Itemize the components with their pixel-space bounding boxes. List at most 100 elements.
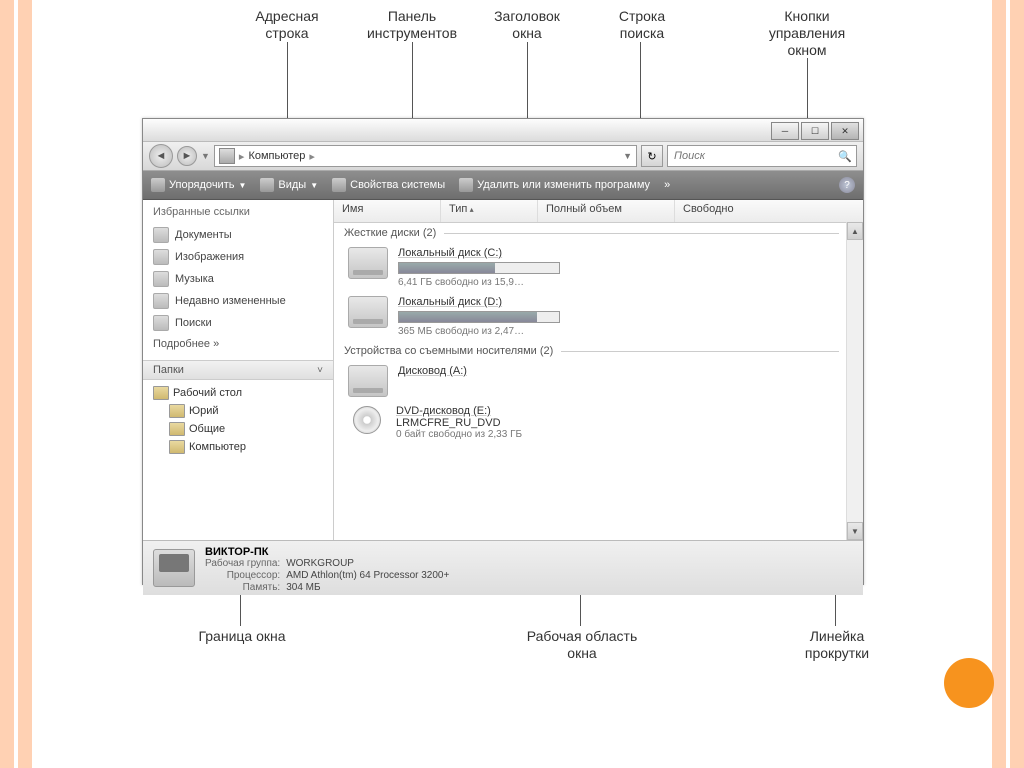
navigation-bar: ◄ ► ▼ ▸ Компьютер ▸ ▼ ↻ 🔍 (143, 142, 863, 171)
vertical-scrollbar[interactable]: ▲ ▼ (846, 222, 863, 540)
free-space-text: 6,41 ГБ свободно из 15,9… (398, 277, 598, 288)
drive-e[interactable]: DVD-дисковод (E:) LRMCFRE_RU_DVD 0 байт … (334, 401, 863, 444)
column-headers: Имя Тип Полный объем Свободно (334, 200, 863, 223)
dvd-icon (348, 405, 386, 435)
label-work-area: Рабочая область окна (517, 628, 647, 662)
label-search: Строка поиска (602, 8, 682, 42)
memory-label: Память: (205, 582, 280, 593)
search-folder-icon (153, 315, 169, 331)
computer-name: ВИКТОР-ПК (205, 546, 268, 558)
memory-value: 304 МБ (286, 582, 449, 593)
leader-line (527, 42, 528, 120)
drive-a[interactable]: Дисковод (A:) (334, 361, 863, 401)
close-button[interactable]: ✕ (831, 122, 859, 140)
decoration-dot (944, 658, 994, 708)
search-icon[interactable]: 🔍 (838, 150, 852, 163)
sidebar-link-documents[interactable]: Документы (153, 224, 323, 246)
window-body: Избранные ссылки Документы Изображения М… (143, 200, 863, 540)
workgroup-value: WORKGROUP (286, 558, 449, 569)
toolbar-views[interactable]: Виды▼ (260, 178, 318, 192)
toolbar-overflow[interactable]: » (664, 179, 670, 191)
back-button[interactable]: ◄ (149, 144, 173, 168)
music-icon (153, 271, 169, 287)
maximize-button[interactable]: ☐ (801, 122, 829, 140)
cpu-label: Процессор: (205, 570, 280, 581)
col-total[interactable]: Полный объем (538, 200, 675, 222)
usage-bar (398, 311, 560, 323)
favorites-title: Избранные ссылки (153, 206, 323, 218)
label-border: Граница окна (197, 628, 287, 645)
scroll-up-button[interactable]: ▲ (847, 222, 863, 240)
toolbar-uninstall[interactable]: Удалить или изменить программу (459, 178, 650, 192)
forward-button[interactable]: ► (177, 146, 197, 166)
label-scrollbar: Линейка прокрутки (792, 628, 882, 662)
uninstall-icon (459, 178, 473, 192)
label-toolbar: Панель инструментов (357, 8, 467, 42)
window-controls: ─ ☐ ✕ (771, 122, 859, 140)
label-titlebar: Заголовок окна (482, 8, 572, 42)
free-space-text: 365 МБ свободно из 2,47… (398, 326, 598, 337)
tree-computer[interactable]: Компьютер (153, 438, 323, 456)
group-hard-disks[interactable]: Жесткие диски (2)˄ (334, 223, 863, 243)
decoration-stripe (0, 0, 14, 768)
minimize-button[interactable]: ─ (771, 122, 799, 140)
pictures-icon (153, 249, 169, 265)
page: Адресная строка Панель инструментов Заго… (0, 0, 1024, 768)
col-name[interactable]: Имя (334, 200, 441, 222)
folder-icon (169, 422, 185, 436)
sidebar-link-music[interactable]: Музыка (153, 268, 323, 290)
drive-label: DVD-дисковод (E:) (396, 405, 596, 417)
folder-tree: Рабочий стол Юрий Общие Компьютер (143, 380, 333, 460)
free-space-text: 0 байт свободно из 2,33 ГБ (396, 429, 596, 440)
leader-line (807, 58, 808, 120)
workgroup-label: Рабочая группа: (205, 558, 280, 569)
usage-bar (398, 262, 560, 274)
toolbar-organize[interactable]: Упорядочить▼ (151, 178, 246, 192)
titlebar[interactable]: ─ ☐ ✕ (143, 119, 863, 142)
organize-icon (151, 178, 165, 192)
computer-large-icon (153, 549, 195, 587)
documents-icon (153, 227, 169, 243)
sidebar-favorites: Избранные ссылки Документы Изображения М… (143, 200, 333, 360)
breadcrumb-separator: ▸ (239, 150, 245, 163)
drive-label: Локальный диск (C:) (398, 247, 598, 259)
decoration-stripe (1010, 0, 1024, 768)
toolbar: Упорядочить▼ Виды▼ Свойства системы Удал… (143, 171, 863, 200)
breadcrumb-item[interactable]: Компьютер (248, 150, 305, 162)
drive-d[interactable]: Локальный диск (D:) 365 МБ свободно из 2… (334, 292, 863, 341)
address-dropdown-icon[interactable]: ▼ (623, 151, 632, 161)
folder-icon (169, 404, 185, 418)
decoration-stripe (18, 0, 32, 768)
tree-user[interactable]: Юрий (153, 402, 323, 420)
folders-pane-header[interactable]: Папки˅ (143, 360, 333, 380)
history-dropdown-icon[interactable]: ▼ (201, 151, 210, 161)
tree-desktop[interactable]: Рабочий стол (153, 384, 323, 402)
label-address-bar: Адресная строка (242, 8, 332, 42)
col-free[interactable]: Свободно (675, 200, 791, 222)
sidebar-link-recent[interactable]: Недавно измененные (153, 290, 323, 312)
sidebar-link-pictures[interactable]: Изображения (153, 246, 323, 268)
search-box[interactable]: 🔍 (667, 145, 857, 167)
computer-icon (169, 440, 185, 454)
drive-label: Дисковод (A:) (398, 365, 598, 377)
group-removable[interactable]: Устройства со съемными носителями (2)˄ (334, 341, 863, 361)
address-bar[interactable]: ▸ Компьютер ▸ ▼ (214, 145, 637, 167)
col-type[interactable]: Тип (441, 200, 538, 222)
properties-icon (332, 178, 346, 192)
scroll-down-button[interactable]: ▼ (847, 522, 863, 540)
drive-c[interactable]: Локальный диск (C:) 6,41 ГБ свободно из … (334, 243, 863, 292)
views-icon (260, 178, 274, 192)
refresh-button[interactable]: ↻ (641, 145, 663, 167)
search-input[interactable] (672, 149, 838, 163)
content-area: Имя Тип Полный объем Свободно Жесткие ди… (334, 200, 863, 540)
sidebar-link-searches[interactable]: Поиски (153, 312, 323, 334)
drive-volume-label: LRMCFRE_RU_DVD (396, 417, 596, 429)
tree-public[interactable]: Общие (153, 420, 323, 438)
details-pane: ВИКТОР-ПК Рабочая группа: WORKGROUP Проце… (143, 540, 863, 595)
hard-disk-icon (348, 247, 388, 279)
help-button[interactable]: ? (839, 177, 855, 193)
toolbar-system-properties[interactable]: Свойства системы (332, 178, 445, 192)
recent-icon (153, 293, 169, 309)
sidebar-more[interactable]: Подробнее » (153, 334, 323, 354)
collapse-icon: ˅ (317, 365, 323, 376)
